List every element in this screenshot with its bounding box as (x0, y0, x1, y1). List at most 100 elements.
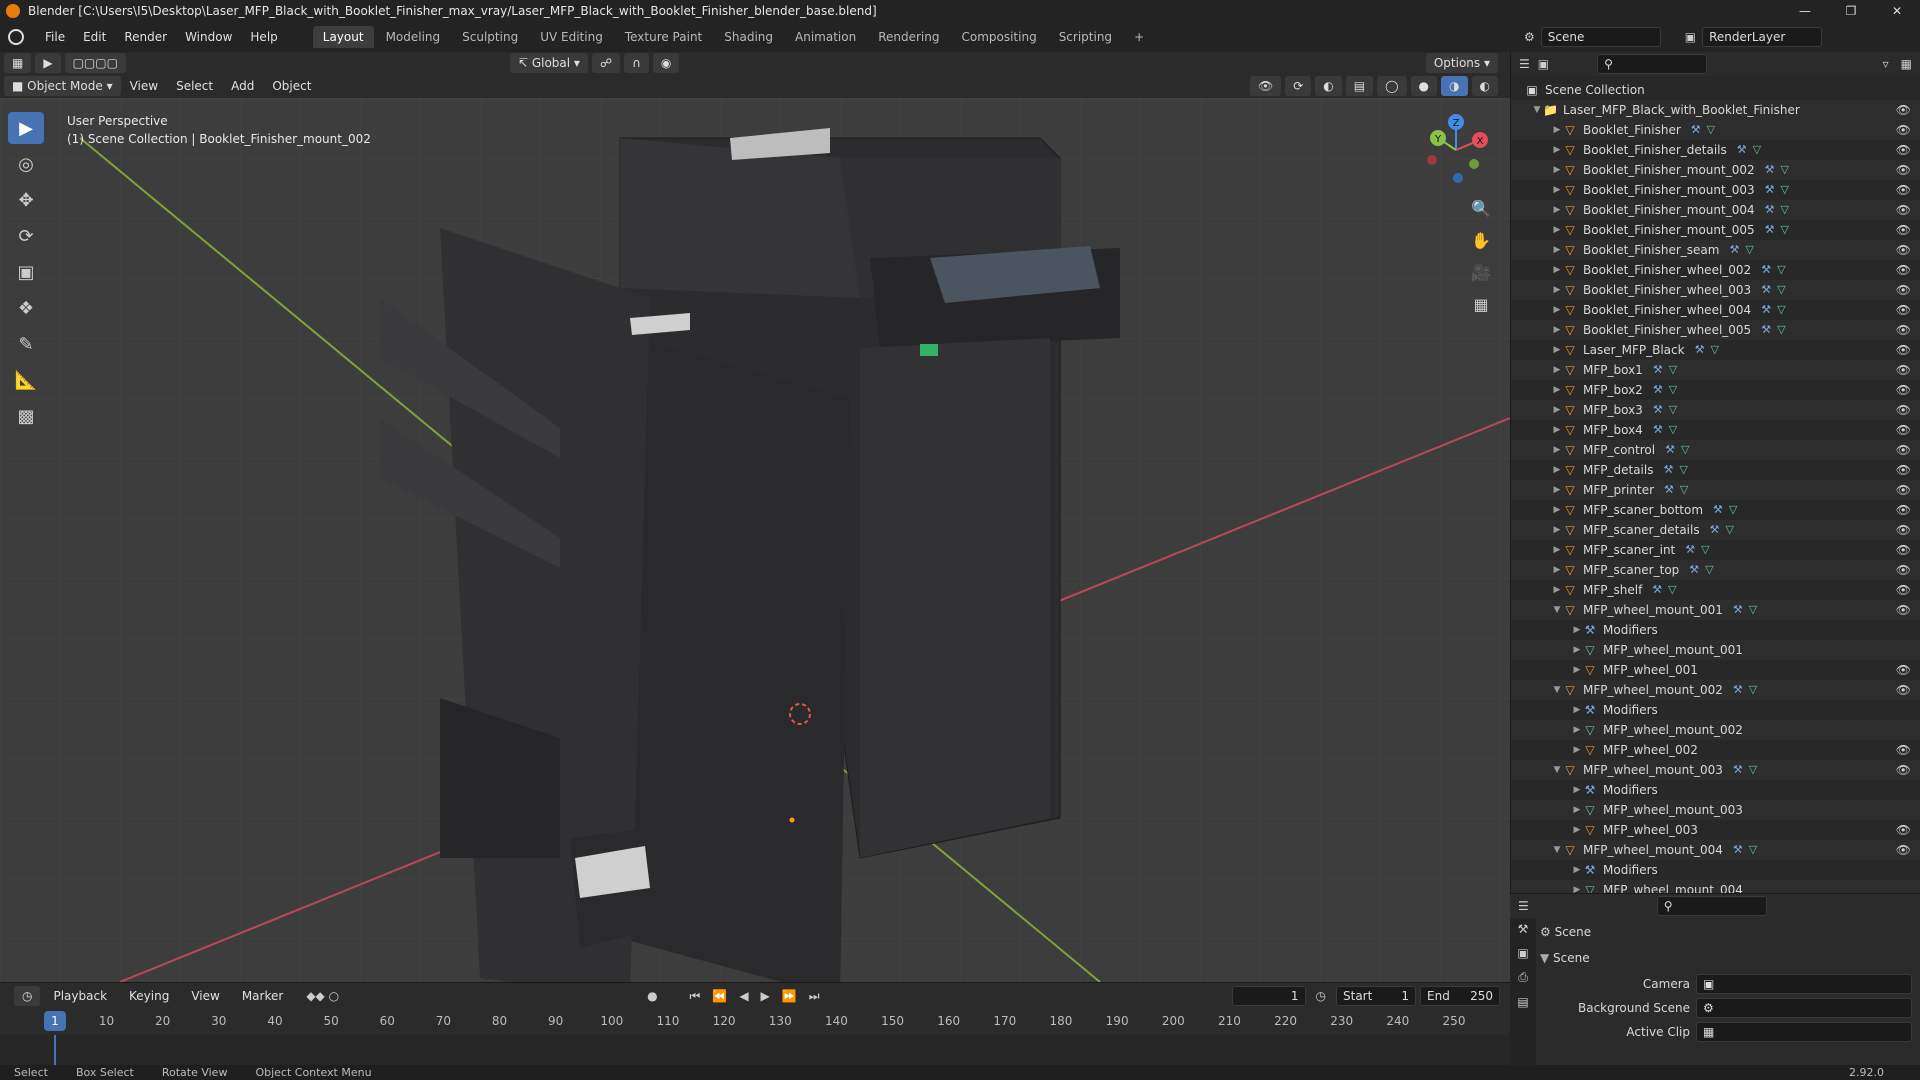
visibility-eye-icon[interactable]: 👁 (1896, 280, 1911, 300)
measure-tool-icon[interactable]: 📐 (8, 364, 44, 396)
collapse-triangle-icon[interactable]: ▼ (1551, 760, 1563, 780)
frame-ruler[interactable]: 10 20 30 40 50 60 70 80 90 100 110 120 130 140 150 160 1… (0, 1011, 1510, 1033)
visibility-eye-icon[interactable]: 👁 (1896, 340, 1911, 360)
gizmo-toggle-icon[interactable]: ⟳ (1285, 76, 1312, 96)
visibility-eye-icon[interactable]: 👁 (1896, 220, 1911, 240)
modifier-badge-icon[interactable]: ⚒ (1653, 400, 1663, 420)
modifier-badge-icon[interactable]: ⚒ (1733, 600, 1743, 620)
outliner-item-expanded[interactable]: ▼ ▽ MFP_wheel_mount_004 ⚒ ▽ 👁 (1511, 840, 1920, 860)
expand-triangle-icon[interactable]: ▶ (1551, 480, 1563, 500)
mesh-badge-icon[interactable]: ▽ (1669, 360, 1677, 380)
modifier-badge-icon[interactable]: ⚒ (1653, 420, 1663, 440)
visibility-eye-icon[interactable]: 👁 (1896, 380, 1911, 400)
menu-timeline-view[interactable]: View (182, 981, 228, 1011)
modifier-badge-icon[interactable]: ⚒ (1761, 320, 1771, 340)
annotate-tool-icon[interactable]: ✎ (8, 328, 44, 360)
modifier-badge-icon[interactable]: ⚒ (1765, 220, 1775, 240)
modifier-badge-icon[interactable]: ⚒ (1737, 140, 1747, 160)
outliner-item[interactable]: ▶ ▽ Booklet_Finisher_mount_004 ⚒ ▽ 👁 (1511, 200, 1920, 220)
modifier-badge-icon[interactable]: ⚒ (1733, 680, 1743, 700)
outliner-item[interactable]: ▶ ▽ Booklet_Finisher_mount_002 ⚒ ▽ 👁 (1511, 160, 1920, 180)
expand-triangle-icon[interactable]: ▶ (1551, 260, 1563, 280)
visibility-eye-icon[interactable]: 👁 (1896, 760, 1911, 780)
visibility-eye-icon[interactable]: 👁 (1896, 260, 1911, 280)
expand-triangle-icon[interactable]: ▶ (1551, 400, 1563, 420)
outliner-item[interactable]: ▶ ▽ Booklet_Finisher_details ⚒ ▽ 👁 (1511, 140, 1920, 160)
prev-keyframe-icon[interactable]: ⏪ (712, 989, 727, 1003)
expand-triangle-icon[interactable]: ▶ (1551, 500, 1563, 520)
outliner-item[interactable]: ▶ ▽ MFP_box2 ⚒ ▽ 👁 (1511, 380, 1920, 400)
modifier-badge-icon[interactable]: ⚒ (1652, 580, 1662, 600)
mesh-badge-icon[interactable]: ▽ (1781, 160, 1789, 180)
mesh-badge-icon[interactable]: ▽ (1710, 340, 1718, 360)
timeline-track-area[interactable] (0, 1035, 1510, 1066)
mesh-badge-icon[interactable]: ▽ (1745, 240, 1753, 260)
mesh-badge-icon[interactable]: ▽ (1749, 680, 1757, 700)
play-icon[interactable]: ▶ (761, 989, 770, 1003)
outliner-item[interactable]: ▶ ▽ MFP_shelf ⚒ ▽ 👁 (1511, 580, 1920, 600)
add-cube-tool-icon[interactable]: ▩ (8, 400, 44, 432)
pivot-point-icon[interactable]: ☍ (591, 53, 621, 73)
transform-orientation-dropdown[interactable]: ↸ Global ▾ (509, 53, 588, 73)
playhead-frame-indicator[interactable]: 1 (44, 1011, 66, 1031)
collapse-triangle-icon[interactable]: ▼ (1551, 600, 1563, 620)
visibility-eye-icon[interactable]: 👁 (1896, 540, 1911, 560)
menu-object[interactable]: Object (263, 71, 320, 101)
jump-start-icon[interactable]: ⏮ (690, 989, 701, 1004)
outliner-item[interactable]: ▶ ▽ MFP_scaner_bottom ⚒ ▽ 👁 (1511, 500, 1920, 520)
xray-toggle-icon[interactable]: ▤ (1345, 76, 1374, 96)
menu-help[interactable]: Help (241, 22, 286, 52)
end-frame-field[interactable]: End 250 (1420, 986, 1500, 1006)
jump-end-icon[interactable]: ⏭ (809, 989, 820, 1004)
current-frame-field[interactable]: 1 (1231, 986, 1306, 1006)
outliner-item[interactable]: ▶ ▽ MFP_control ⚒ ▽ 👁 (1511, 440, 1920, 460)
modifier-badge-icon[interactable]: ⚒ (1710, 520, 1720, 540)
outliner-subitem[interactable]: ▶ ⚒ Modifiers (1511, 700, 1920, 720)
collapse-triangle-icon[interactable]: ▼ (1551, 680, 1563, 700)
3d-viewport[interactable]: Z X Y User Perspective (1) Scene Collect… (0, 98, 1510, 982)
tab-shading[interactable]: Shading (714, 26, 783, 48)
scale-tool-icon[interactable]: ▣ (8, 256, 44, 288)
modifier-badge-icon[interactable]: ⚒ (1689, 560, 1699, 580)
visibility-eye-icon[interactable]: 👁 (1896, 500, 1911, 520)
blender-menu-icon[interactable] (8, 29, 24, 45)
modifier-badge-icon[interactable]: ⚒ (1729, 240, 1739, 260)
ortho-grid-icon[interactable]: ▦ (1466, 290, 1496, 320)
modifier-badge-icon[interactable]: ⚒ (1713, 500, 1723, 520)
mesh-badge-icon[interactable]: ▽ (1781, 200, 1789, 220)
outliner-root[interactable]: ▣ Scene Collection (1511, 80, 1920, 100)
expand-triangle-icon[interactable]: ▶ (1551, 580, 1563, 600)
select-tool-icon[interactable]: ▶ (35, 53, 61, 73)
tool-tab-icon[interactable]: ⚒ (1510, 922, 1536, 936)
outliner-subitem[interactable]: ▶ ▽ MFP_wheel_mount_002 (1511, 720, 1920, 740)
modifier-badge-icon[interactable]: ⚒ (1761, 280, 1771, 300)
outliner-item[interactable]: ▶ ▽ Booklet_Finisher ⚒ ▽ 👁 (1511, 120, 1920, 140)
mesh-badge-icon[interactable]: ▽ (1669, 420, 1677, 440)
mesh-badge-icon[interactable]: ▽ (1749, 600, 1757, 620)
modifier-badge-icon[interactable]: ⚒ (1665, 440, 1675, 460)
expand-triangle-icon[interactable]: ▶ (1551, 420, 1563, 440)
pan-hand-icon[interactable]: ✋ (1466, 226, 1496, 256)
visibility-eye-icon[interactable]: 👁 (1896, 420, 1911, 440)
expand-triangle-icon[interactable]: ▶ (1551, 460, 1563, 480)
expand-triangle-icon[interactable]: ▶ (1551, 440, 1563, 460)
menu-view[interactable]: View (121, 71, 167, 101)
properties-search-input[interactable]: ⚲ (1656, 896, 1767, 916)
expand-triangle-icon[interactable]: ▶ (1551, 380, 1563, 400)
expand-triangle-icon[interactable]: ▶ (1571, 800, 1583, 820)
outliner-item[interactable]: ▶ ▽ Booklet_Finisher_wheel_003 ⚒ ▽ 👁 (1511, 280, 1920, 300)
view-layer-tab-icon[interactable]: ▤ (1510, 995, 1536, 1009)
record-icon[interactable]: ● (647, 989, 657, 1003)
visibility-eye-icon[interactable]: 👁 (1896, 140, 1911, 160)
expand-triangle-icon[interactable]: ▶ (1571, 700, 1583, 720)
mesh-badge-icon[interactable]: ▽ (1707, 120, 1715, 140)
visibility-eye-icon[interactable]: 👁 (1896, 740, 1911, 760)
expand-triangle-icon[interactable]: ▶ (1551, 200, 1563, 220)
camera-view-icon[interactable]: 🎥 (1466, 258, 1496, 288)
restore-icon[interactable]: ❐ (1828, 0, 1874, 22)
mesh-badge-icon[interactable]: ▽ (1725, 520, 1733, 540)
visibility-eye-icon[interactable]: 👁 (1896, 200, 1911, 220)
expand-triangle-icon[interactable]: ▶ (1551, 560, 1563, 580)
outliner-item[interactable]: ▶ ▽ Booklet_Finisher_seam ⚒ ▽ 👁 (1511, 240, 1920, 260)
visibility-eye-icon[interactable]: 👁 (1896, 120, 1911, 140)
